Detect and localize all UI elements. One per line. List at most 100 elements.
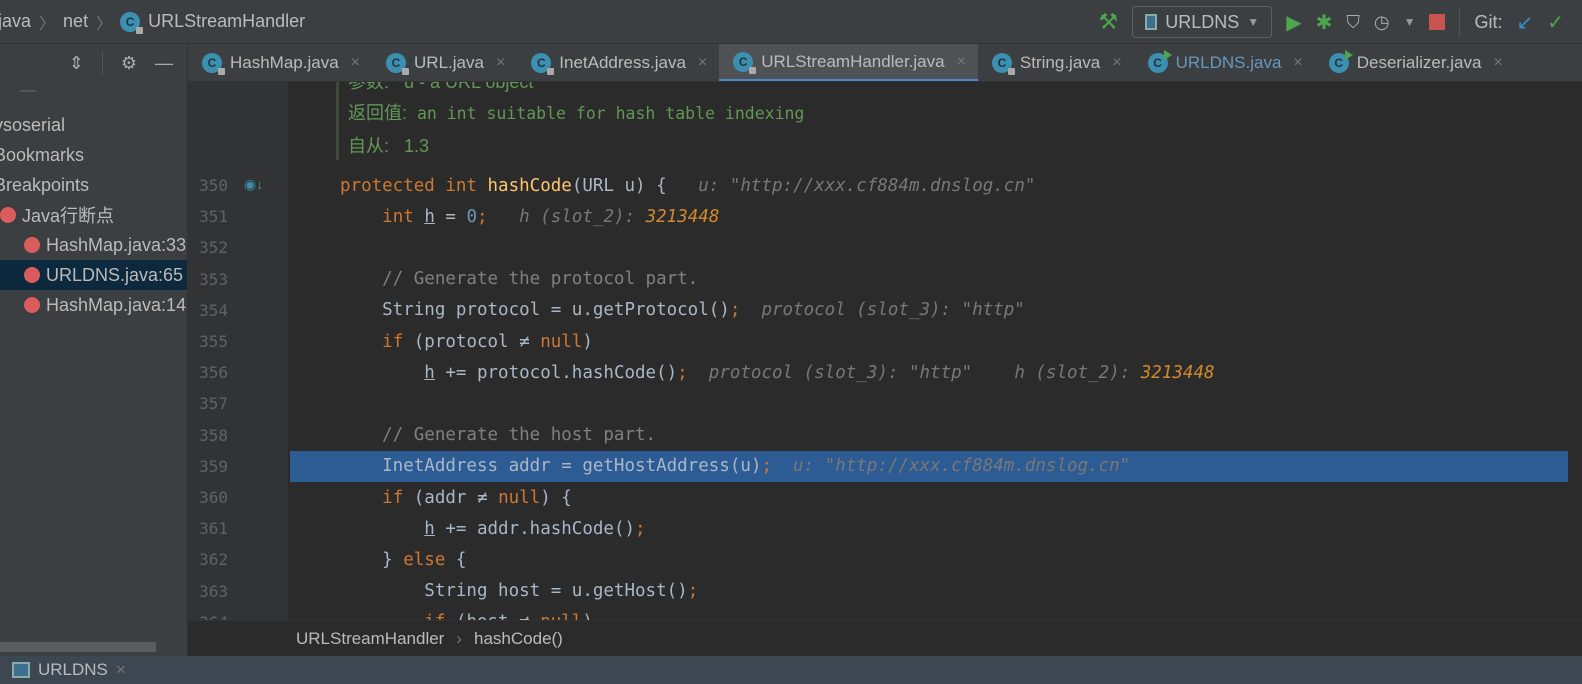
git-update-arrow-icon[interactable]: ↙: [1516, 10, 1533, 35]
remove-icon[interactable]: —: [0, 82, 187, 106]
code-breadcrumb-class[interactable]: URLStreamHandler: [296, 629, 444, 649]
code-line[interactable]: 350 protected int hashCode(URL u) { u: "h…: [188, 170, 1582, 201]
tree-item-label: Java行断点: [22, 206, 115, 226]
stop-icon[interactable]: [1429, 14, 1446, 30]
method-breakpoint-icon[interactable]: ◉↓: [244, 176, 263, 193]
application-icon: [12, 662, 30, 678]
code-breadcrumb-method[interactable]: hashCode(): [474, 629, 563, 649]
line-number[interactable]: 350: [188, 176, 228, 195]
line-number[interactable]: 355: [188, 332, 228, 351]
code-token: if: [424, 612, 456, 620]
horizontal-scrollbar[interactable]: [0, 642, 156, 652]
line-number[interactable]: 364: [188, 613, 228, 620]
git-label: Git:: [1474, 11, 1503, 32]
tab-deserializer-java[interactable]: C Deserializer.java ×: [1315, 44, 1515, 81]
run-configuration-select[interactable]: URLDNS ▼: [1132, 6, 1273, 38]
run-icon[interactable]: ▶: [1286, 10, 1301, 35]
doc-returns-text: an int suitable for hash table indexing: [407, 104, 805, 123]
close-icon[interactable]: ×: [1293, 54, 1302, 72]
breadcrumb-item-net[interactable]: net: [63, 11, 88, 32]
breakpoint-check-icon: [24, 267, 40, 283]
code-editor[interactable]: 参数: u - a URL object 返回值: an int suitabl…: [188, 82, 1582, 620]
doc-returns-label: 返回值:: [348, 103, 408, 123]
breadcrumb-item-class[interactable]: URLStreamHandler: [148, 11, 305, 32]
breakpoint-tree-item[interactable]: Breakpoints: [0, 170, 187, 200]
breakpoint-tree-item[interactable]: URLDNS.java:65: [0, 260, 187, 290]
tab-urldns-java[interactable]: C URLDNS.java ×: [1134, 44, 1315, 81]
debug-bug-icon[interactable]: ✱: [1316, 10, 1333, 35]
code-line[interactable]: 359 InetAddress addr = getHostAddress(u)…: [188, 450, 1582, 482]
code-line[interactable]: 361 h += addr.hashCode();: [188, 513, 1582, 544]
line-number[interactable]: 362: [188, 550, 228, 569]
minimize-icon[interactable]: —: [155, 53, 173, 74]
divider: [1459, 8, 1461, 36]
line-number[interactable]: 358: [188, 426, 228, 445]
line-number[interactable]: 360: [188, 488, 228, 507]
code-line[interactable]: 363 String host = u.getHost();: [188, 576, 1582, 607]
close-icon[interactable]: ×: [1493, 54, 1502, 72]
collapse-all-icon[interactable]: ⇕: [69, 53, 84, 74]
close-icon[interactable]: ×: [351, 54, 360, 72]
tab-label: String.java: [1019, 53, 1101, 72]
code-line[interactable]: 352: [188, 232, 1582, 263]
close-icon[interactable]: ×: [957, 53, 966, 71]
code-token: ;: [761, 456, 772, 477]
code-line[interactable]: 360 if (addr ≠ null) {: [188, 482, 1582, 513]
code-line[interactable]: 356 h += protocol.hashCode(); protocol (…: [188, 357, 1582, 388]
git-commit-check-icon[interactable]: ✓: [1547, 10, 1564, 35]
breakpoint-tree-item[interactable]: ysoserial: [0, 110, 187, 140]
breakpoint-tree-item[interactable]: HashMap.java:33: [0, 230, 187, 260]
code-line[interactable]: 358 // Generate the host part.: [188, 420, 1582, 451]
tab-inetaddress-java[interactable]: C InetAddress.java ×: [517, 44, 719, 81]
close-icon[interactable]: ×: [1112, 54, 1121, 72]
line-number[interactable]: 361: [188, 519, 228, 538]
chevron-down-icon[interactable]: ▼: [1404, 15, 1416, 29]
inline-debug-value: protocol (slot_3): "http": [740, 300, 1025, 321]
doc-since-value: 1.3: [389, 136, 430, 156]
breadcrumb-item-java[interactable]: java: [0, 11, 31, 32]
close-icon[interactable]: ×: [698, 54, 707, 72]
code-token: null: [540, 331, 583, 352]
breakpoint-check-icon: [24, 237, 40, 253]
code-line[interactable]: 355 if (protocol ≠ null): [188, 326, 1582, 357]
line-number[interactable]: 357: [188, 394, 228, 413]
code-line[interactable]: 351 int h = 0; h (slot_2): 3213448: [188, 201, 1582, 232]
line-number[interactable]: 356: [188, 363, 228, 382]
divider: [101, 51, 103, 75]
breakpoint-tree-item[interactable]: HashMap.java:14: [0, 290, 187, 320]
class-icon: C: [1147, 50, 1172, 73]
tab-url-java[interactable]: C URL.java ×: [372, 44, 517, 81]
code-token: }: [340, 549, 404, 570]
line-number[interactable]: 359: [188, 457, 228, 476]
code-line[interactable]: 364 if (host ≠ null): [188, 607, 1582, 620]
run-tab-label[interactable]: URLDNS: [38, 660, 108, 680]
gear-icon[interactable]: ⚙: [121, 53, 137, 74]
coverage-icon[interactable]: ⛉: [1346, 12, 1360, 33]
bookmarks-panel: ⇕ ⚙ — — ysoserial Bookmarks Breakpoints Jav…: [0, 44, 188, 656]
line-number[interactable]: 352: [188, 238, 228, 257]
close-icon[interactable]: ×: [116, 660, 126, 680]
code-token: += addr.hashCode(): [434, 518, 636, 539]
tab-string-java[interactable]: C String.java ×: [978, 44, 1134, 81]
code-line[interactable]: 357: [188, 388, 1582, 419]
breakpoint-tree-item[interactable]: Java行断点: [0, 200, 187, 230]
tab-label: URLStreamHandler.java: [761, 51, 945, 71]
line-number[interactable]: 363: [188, 582, 228, 601]
code-line[interactable]: 353 // Generate the protocol part.: [188, 264, 1582, 295]
code-line[interactable]: 354 String protocol = u.getProtocol(); p…: [188, 295, 1582, 326]
build-hammer-icon[interactable]: ⚒: [1098, 9, 1118, 35]
code-token: null: [498, 487, 541, 508]
code-line[interactable]: 362 } else {: [188, 544, 1582, 575]
line-number[interactable]: 354: [188, 301, 228, 320]
profile-icon[interactable]: ◷: [1374, 12, 1390, 33]
close-icon[interactable]: ×: [496, 54, 505, 72]
tab-urlstreamhandler-java[interactable]: C URLStreamHandler.java ×: [719, 44, 978, 81]
breakpoint-tree-item[interactable]: Bookmarks: [0, 140, 187, 170]
code-token: ;: [477, 206, 488, 227]
tab-hashmap-java[interactable]: C HashMap.java ×: [188, 44, 372, 81]
line-number[interactable]: 351: [188, 207, 228, 226]
code-token: null: [540, 612, 582, 620]
line-number[interactable]: 353: [188, 270, 228, 289]
